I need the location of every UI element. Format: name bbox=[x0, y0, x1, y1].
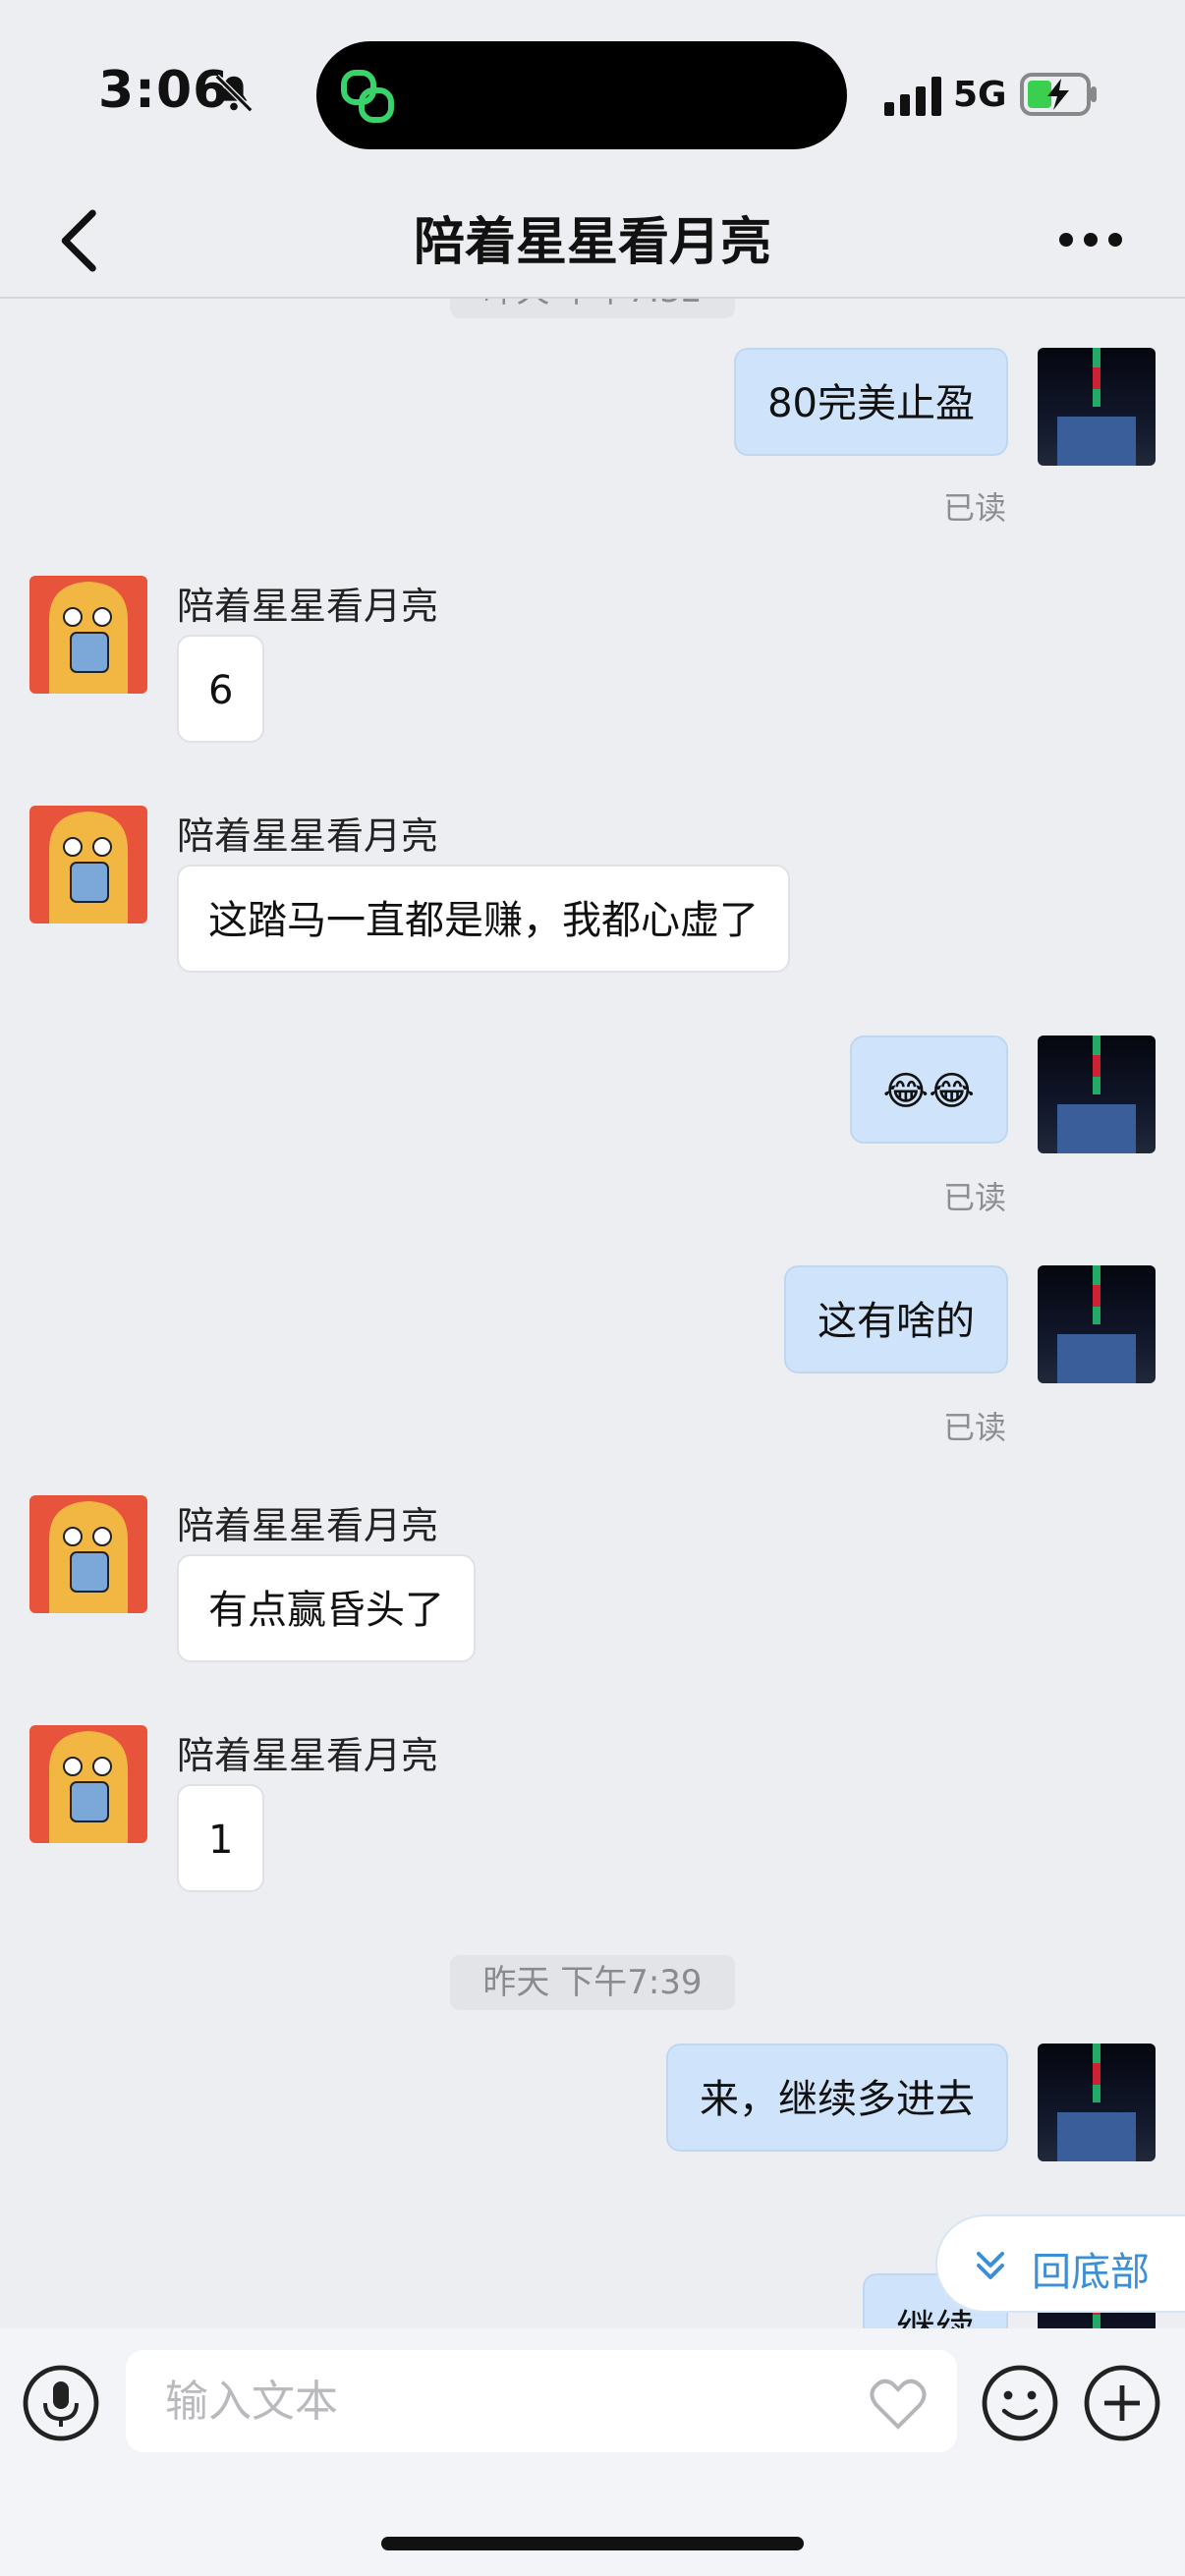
timestamp: 昨天 下午7:39 bbox=[450, 1955, 735, 2010]
message-bubble-outgoing[interactable]: 😂😂 bbox=[849, 1036, 1008, 1144]
message-bubble-incoming[interactable]: 有点赢昏头了 bbox=[177, 1554, 476, 1662]
message-bubble-outgoing[interactable]: 来，继续多进去 bbox=[666, 2044, 1008, 2152]
emoji-icon[interactable] bbox=[981, 2364, 1059, 2442]
my-avatar[interactable] bbox=[1038, 348, 1156, 466]
heart-icon[interactable] bbox=[869, 2376, 928, 2431]
message-bubble-incoming[interactable]: 6 bbox=[177, 635, 265, 743]
muted-bell-icon bbox=[214, 74, 254, 113]
contact-avatar[interactable] bbox=[29, 806, 147, 924]
contact-avatar[interactable] bbox=[29, 1495, 147, 1613]
nav-bar: 陪着星星看月亮 bbox=[0, 187, 1185, 299]
message-bubble-incoming[interactable]: 这踏马一直都是赚，我都心虚了 bbox=[177, 865, 790, 973]
double-chevron-down-icon bbox=[977, 2252, 1004, 2279]
back-to-bottom-button[interactable]: 回底部 bbox=[935, 2214, 1185, 2313]
message-bubble-incoming[interactable]: 1 bbox=[177, 1784, 265, 1892]
status-time: 3:06 bbox=[98, 61, 230, 120]
sender-name: 陪着星星看月亮 bbox=[177, 585, 439, 628]
microphone-icon[interactable] bbox=[22, 2364, 100, 2442]
my-avatar[interactable] bbox=[1038, 1036, 1156, 1153]
message-bubble-outgoing[interactable]: 80完美止盈 bbox=[734, 348, 1008, 456]
chat-area[interactable]: 昨天 下午7:32 80完美止盈 已读 陪着星星看月亮 6 陪着星星看月亮 这踏… bbox=[0, 299, 1185, 2328]
battery-charging-icon bbox=[1020, 73, 1097, 116]
my-avatar[interactable] bbox=[1038, 2044, 1156, 2161]
input-bar bbox=[0, 2328, 1185, 2576]
signal-icon bbox=[884, 77, 941, 116]
partial-timestamp: 昨天 下午7:32 bbox=[450, 299, 735, 318]
my-avatar[interactable] bbox=[1038, 1265, 1156, 1383]
read-receipt: 已读 bbox=[942, 1179, 1006, 1216]
linked-rings-icon bbox=[341, 70, 394, 123]
dynamic-island bbox=[316, 41, 847, 149]
sender-name: 陪着星星看月亮 bbox=[177, 1504, 439, 1547]
contact-avatar[interactable] bbox=[29, 1725, 147, 1843]
sender-name: 陪着星星看月亮 bbox=[177, 1734, 439, 1777]
page-title: 陪着星星看月亮 bbox=[413, 213, 771, 272]
plus-icon[interactable] bbox=[1083, 2364, 1161, 2442]
read-receipt: 已读 bbox=[942, 489, 1006, 527]
status-bar: 3:06 5G bbox=[0, 0, 1185, 187]
message-input[interactable] bbox=[126, 2350, 957, 2452]
message-bubble-outgoing[interactable]: 这有啥的 bbox=[784, 1265, 1008, 1373]
home-indicator bbox=[381, 2537, 804, 2550]
back-to-bottom-label: 回底部 bbox=[1032, 2250, 1150, 2295]
more-options-icon[interactable] bbox=[1056, 220, 1125, 259]
sender-name: 陪着星星看月亮 bbox=[177, 814, 439, 858]
read-receipt: 已读 bbox=[942, 1409, 1006, 1446]
contact-avatar[interactable] bbox=[29, 576, 147, 694]
network-type: 5G bbox=[953, 75, 1007, 115]
